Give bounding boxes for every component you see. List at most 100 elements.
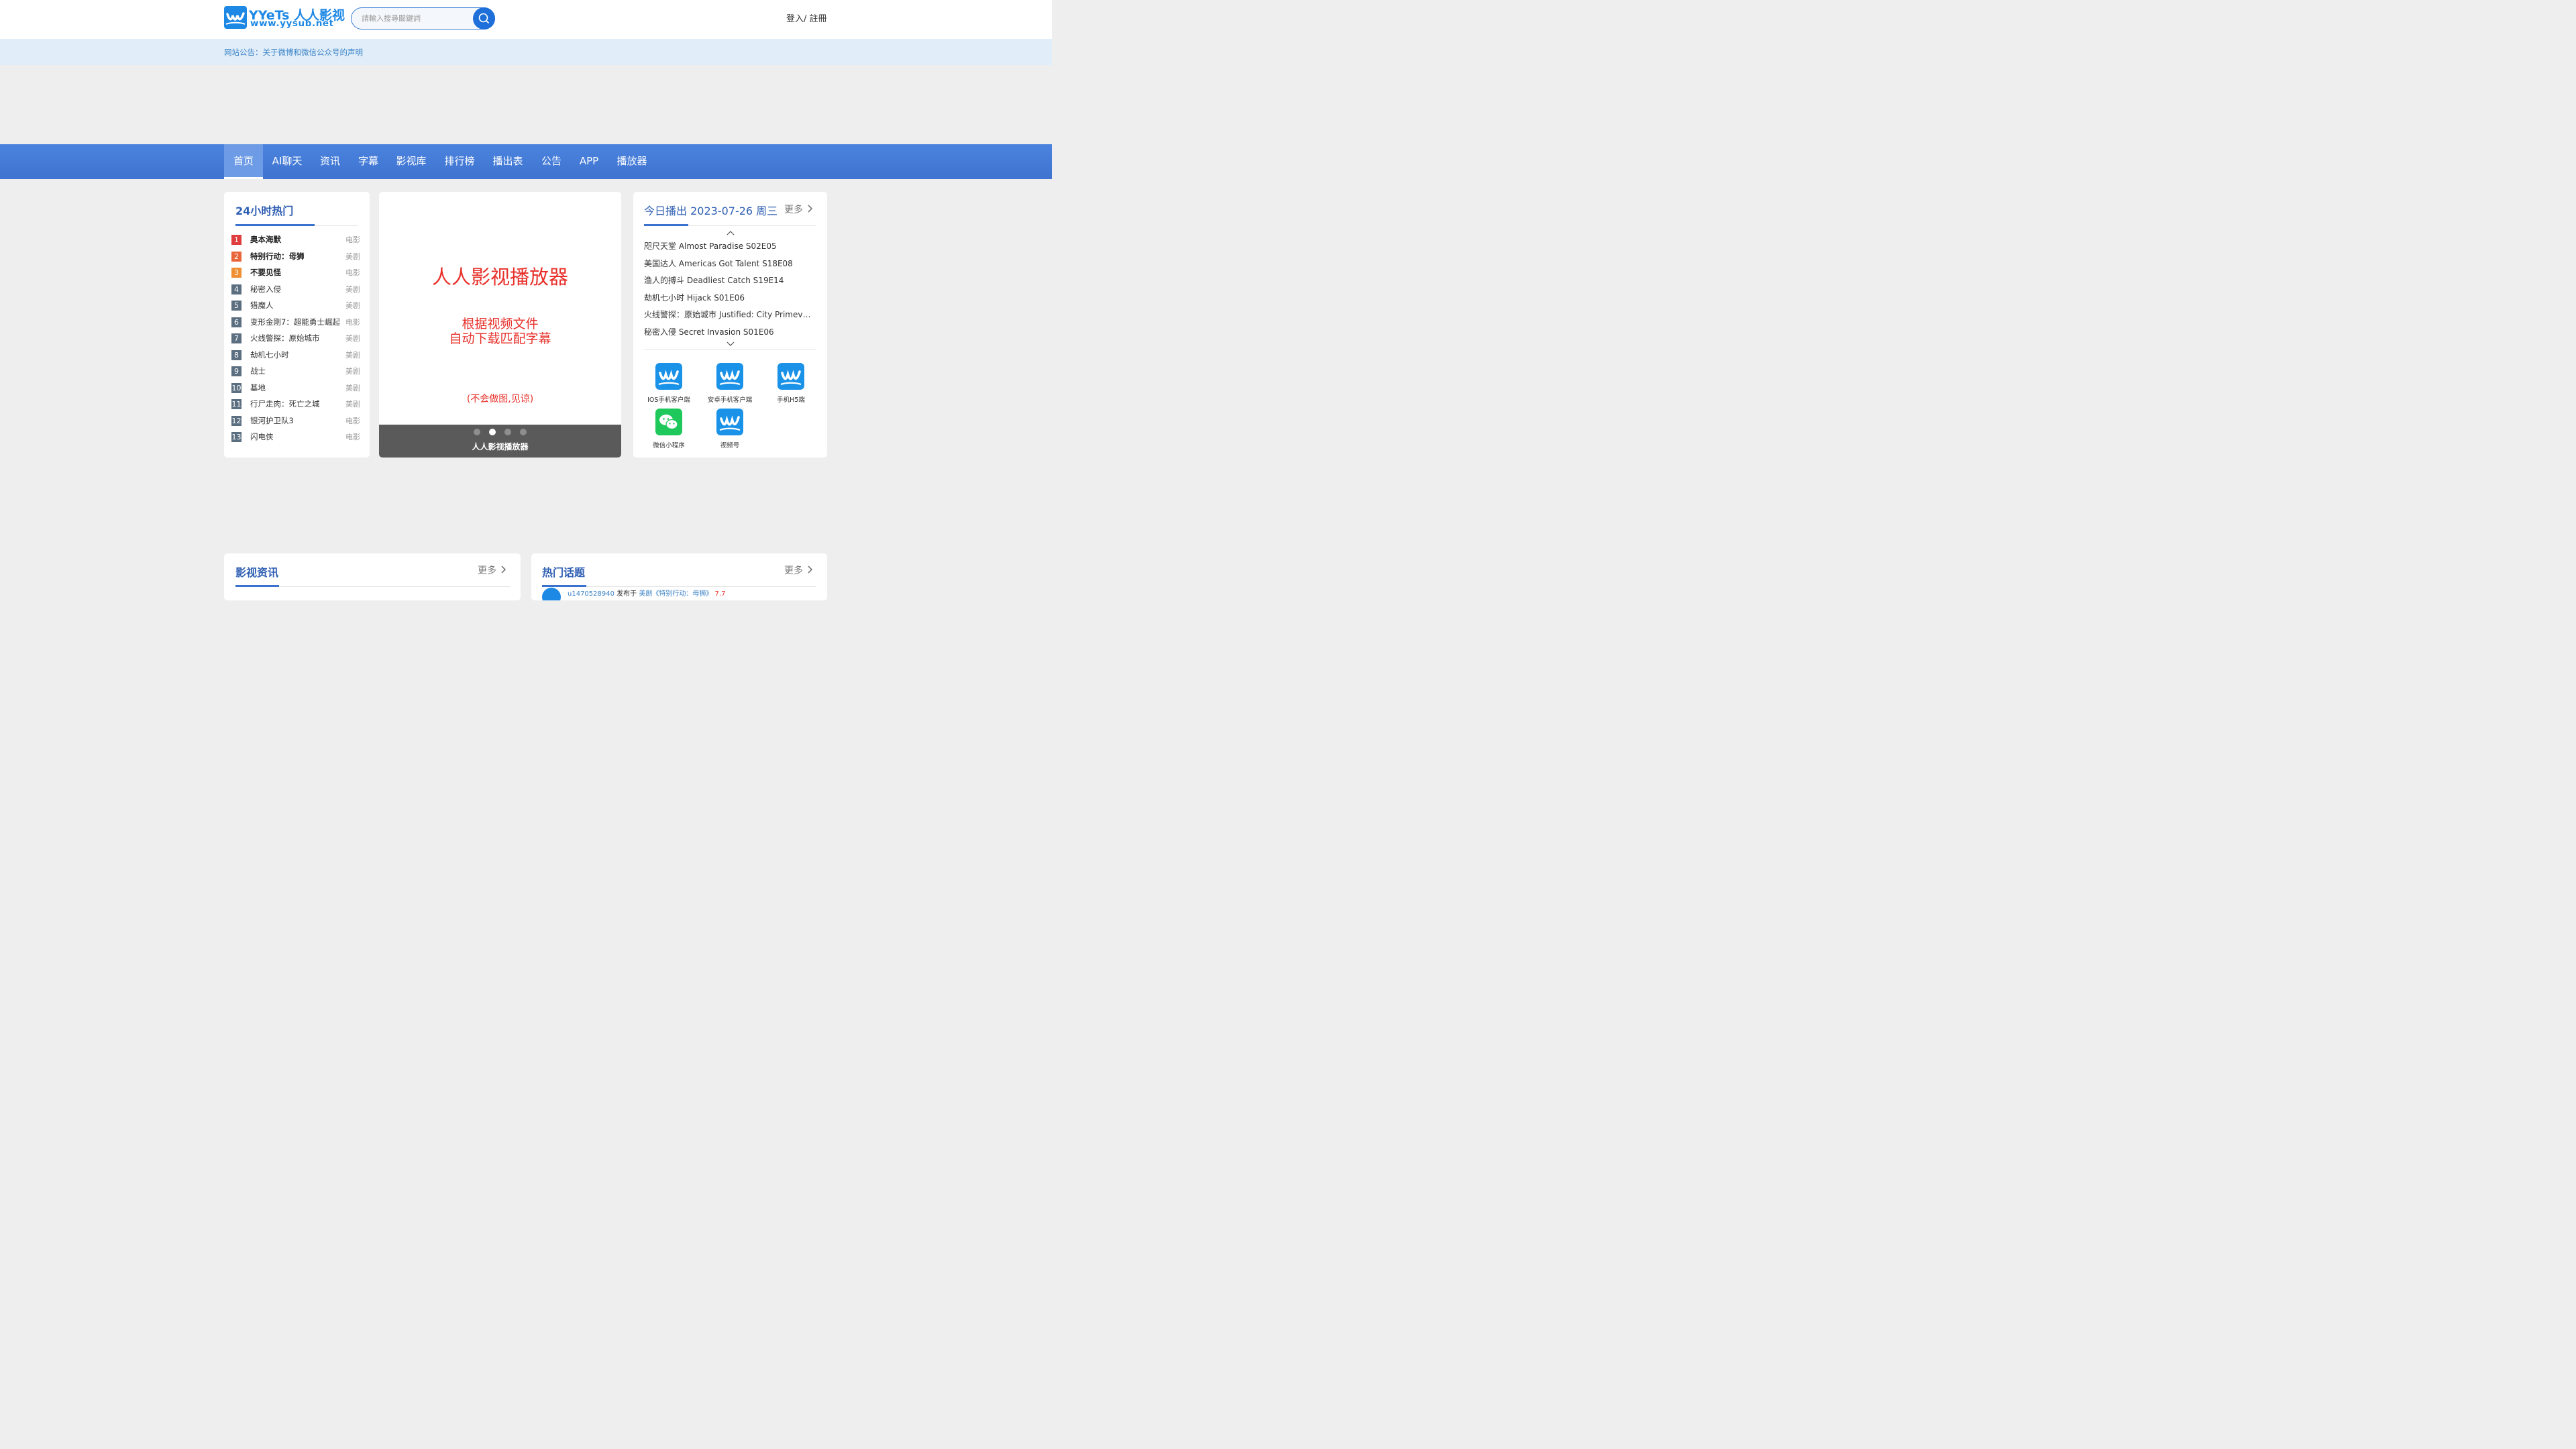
- banner-headline: 人人影视播放器: [431, 266, 568, 288]
- hot-list-item[interactable]: 9 战士 美剧: [231, 364, 362, 378]
- hot-item-category: 美剧: [345, 350, 360, 360]
- login-register-link[interactable]: 登入/ 註冊: [786, 11, 827, 24]
- yyets-app-icon: [716, 409, 743, 435]
- hot-list-item[interactable]: 4 秘密入侵 美剧: [231, 282, 362, 296]
- hot-item-category: 电影: [345, 317, 360, 327]
- rank-badge: 13: [231, 432, 241, 442]
- news-title: 影视资讯: [235, 566, 279, 579]
- app-android[interactable]: 安卓手机客户端: [702, 363, 757, 407]
- scroll-up-icon[interactable]: [727, 230, 735, 236]
- banner-caption-bar: 人人影视播放器: [379, 425, 621, 458]
- carousel-dot[interactable]: [520, 429, 527, 435]
- nav-app[interactable]: APP: [576, 144, 602, 179]
- schedule-item[interactable]: 渔人的搏斗 Deadliest Catch S19E14: [644, 274, 814, 286]
- hot-list-item[interactable]: 8 劫机七小时 美剧: [231, 348, 362, 362]
- yyets-app-icon: [777, 363, 804, 390]
- app-wechat-miniprogram[interactable]: 微信小程序: [641, 409, 696, 452]
- hot-list-item[interactable]: 13 闪电侠 电影: [231, 430, 362, 443]
- rank-badge: 12: [231, 415, 241, 426]
- rank-badge: 5: [231, 301, 241, 311]
- nav-schedule[interactable]: 播出表: [489, 144, 527, 179]
- banner-line1: 根据视频文件: [462, 317, 539, 331]
- schedule-item[interactable]: 火线警探：原始城市 Justified: City Primeval S01E0…: [644, 309, 814, 320]
- app-video-channel[interactable]: 视频号: [702, 409, 757, 452]
- hot-list-item[interactable]: 12 银河护卫队3 电影: [231, 414, 362, 427]
- hot-list-item[interactable]: 5 猎魔人 美剧: [231, 299, 362, 312]
- scroll-down-icon[interactable]: [727, 341, 735, 347]
- hot-item-title: 劫机七小时: [250, 350, 289, 360]
- hot-list-item[interactable]: 2 特别行动：母狮 美剧: [231, 250, 362, 263]
- topic-score: 7.7: [714, 590, 726, 598]
- hot-item-title: 不要见怪: [250, 268, 281, 277]
- topic-action: 发布于: [616, 590, 637, 598]
- more-label: 更多: [784, 205, 803, 215]
- nav-news[interactable]: 资讯: [315, 144, 345, 179]
- hot24-title: 24小时热门: [235, 205, 294, 217]
- site-notice-link[interactable]: 网站公告：关于微博和微信公众号的声明: [224, 47, 363, 58]
- news-more-link[interactable]: 更多: [478, 564, 506, 577]
- schedule-item[interactable]: 咫尺天堂 Almost Paradise S02E05: [644, 240, 814, 252]
- nav-rankings[interactable]: 排行榜: [441, 144, 478, 179]
- app-h5[interactable]: 手机H5端: [763, 363, 818, 407]
- app-label: 安卓手机客户端: [707, 396, 753, 404]
- yyets-app-icon: [655, 363, 682, 390]
- rank-badge: 1: [231, 235, 241, 245]
- banner-carousel[interactable]: 人人影视播放器 根据视频文件 自动下载匹配字幕 (不会做图,见谅) 人人影视播放…: [379, 192, 621, 458]
- schedule-item[interactable]: 美国达人 Americas Got Talent S18E08: [644, 258, 814, 269]
- logo-url: www.yysub.net: [250, 18, 334, 29]
- hot-list-item[interactable]: 1 奥本海默 电影: [231, 233, 362, 246]
- hot-item-category: 美剧: [345, 383, 360, 392]
- hot-item-title: 闪电侠: [250, 432, 274, 441]
- site-logo[interactable]: YYeTs 人人影视 www.yysub.net: [224, 6, 345, 30]
- nav-home[interactable]: 首页: [224, 144, 263, 179]
- topics-card: 热门话题 更多 u1470528940 发布于 美剧《特别行动：母狮》 7.7: [531, 553, 827, 600]
- chevron-right-icon: [808, 566, 813, 574]
- topic-item[interactable]: u1470528940 发布于 美剧《特别行动：母狮》 7.7: [568, 588, 725, 598]
- hot-list-item[interactable]: 11 行尸走肉：死亡之城 美剧: [231, 397, 362, 411]
- search-button[interactable]: [473, 7, 495, 30]
- rank-badge: 10: [231, 382, 241, 393]
- nav-library[interactable]: 影视库: [392, 144, 430, 179]
- schedule-title: 今日播出 2023-07-26 周三: [644, 205, 778, 217]
- notice-bar: 网站公告：关于微博和微信公众号的声明: [0, 39, 1052, 65]
- more-label: 更多: [478, 566, 496, 576]
- hot-list-item[interactable]: 6 变形金刚7：超能勇士崛起 电影: [231, 315, 362, 329]
- topic-user[interactable]: u1470528940: [568, 590, 614, 598]
- hot-item-category: 美剧: [345, 284, 360, 294]
- hot-item-category: 电影: [345, 433, 360, 441]
- app-ios[interactable]: IOS手机客户端: [641, 363, 696, 407]
- app-label: IOS手机客户端: [647, 396, 690, 404]
- schedule-item[interactable]: 秘密入侵 Secret Invasion S01E06: [644, 326, 814, 337]
- hot-list-item[interactable]: 10 基地 美剧: [231, 381, 362, 394]
- carousel-dot[interactable]: [504, 429, 511, 435]
- banner-line2: 自动下载匹配字幕: [449, 331, 551, 346]
- hot-item-title: 银河护卫队3: [250, 415, 294, 425]
- schedule-item[interactable]: 劫机七小时 Hijack S01E06: [644, 292, 814, 303]
- hot-item-title: 猎魔人: [250, 301, 274, 310]
- app-label: 微信小程序: [653, 442, 685, 449]
- nav-subtitles[interactable]: 字幕: [354, 144, 383, 179]
- rank-badge: 11: [231, 399, 241, 409]
- rank-badge: 8: [231, 350, 241, 360]
- nav-announcements[interactable]: 公告: [537, 144, 566, 179]
- app-label: 视频号: [720, 442, 740, 449]
- avatar[interactable]: [542, 588, 561, 600]
- topics-title: 热门话题: [542, 566, 586, 579]
- carousel-dot-active[interactable]: [489, 429, 496, 435]
- nav-ai-chat[interactable]: AI聊天: [268, 144, 306, 179]
- nav-player[interactable]: 播放器: [612, 144, 651, 179]
- hot-list-item[interactable]: 7 火线警探：原始城市 美剧: [231, 331, 362, 345]
- hot-item-category: 美剧: [345, 252, 360, 261]
- schedule-more-link[interactable]: 更多: [784, 203, 813, 216]
- main-nav: 首页 AI聊天 资讯 字幕 影视库 排行榜 播出表 公告 APP 播放器: [0, 144, 1052, 179]
- rank-badge: 3: [231, 268, 241, 278]
- chevron-right-icon: [501, 566, 506, 574]
- topics-more-link[interactable]: 更多: [784, 564, 813, 577]
- hot-item-category: 电影: [345, 268, 360, 277]
- topic-subject[interactable]: 《特别行动：母狮》: [652, 590, 712, 598]
- carousel-dot[interactable]: [474, 429, 480, 435]
- topic-category[interactable]: 美剧: [639, 590, 652, 598]
- search-box: [351, 7, 495, 30]
- search-input[interactable]: [362, 12, 469, 24]
- hot-list-item[interactable]: 3 不要见怪 电影: [231, 266, 362, 279]
